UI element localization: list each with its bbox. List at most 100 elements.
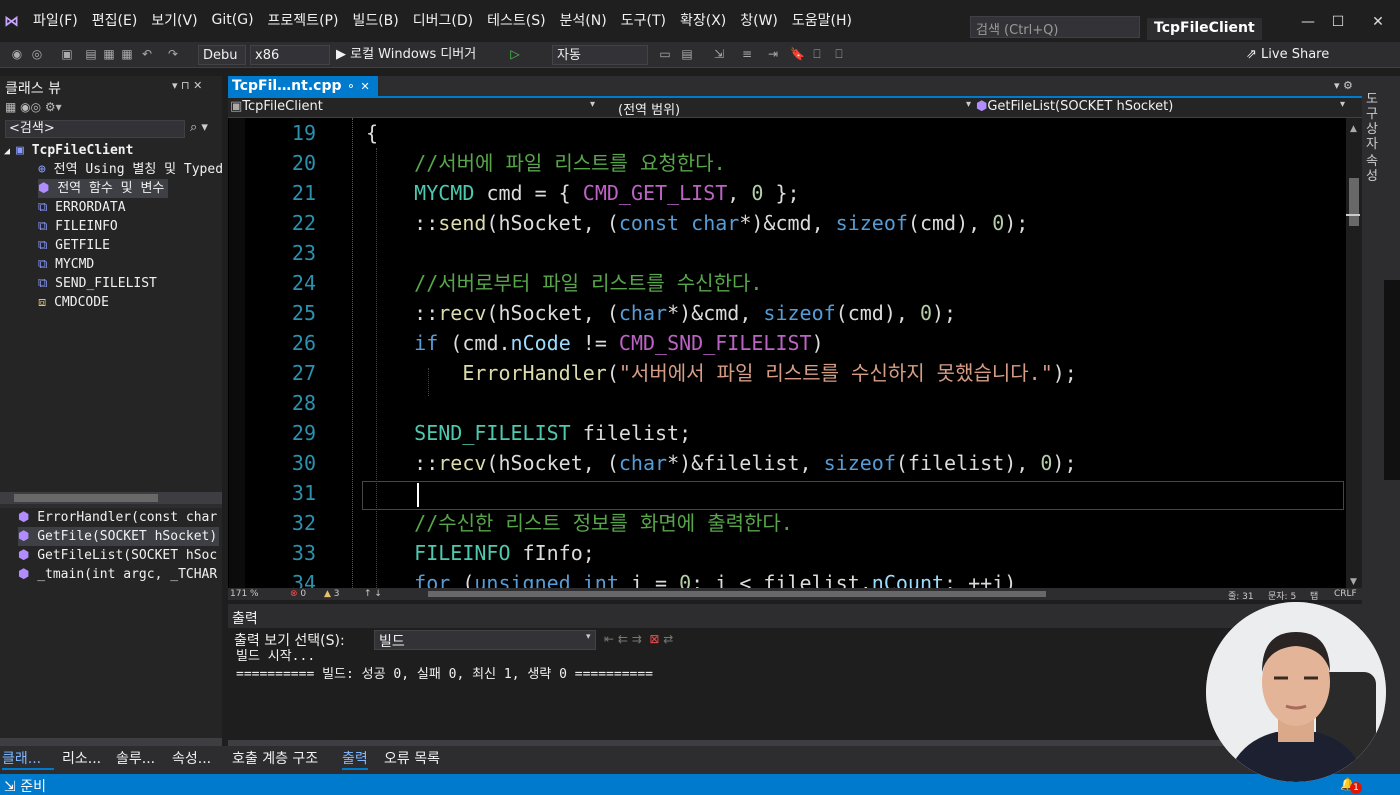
code-line[interactable]: ::recv(hSocket, (char*)&cmd, sizeof(cmd)… — [366, 298, 956, 328]
error-count[interactable]: ⊗ 0 — [290, 589, 306, 599]
step-icon[interactable]: ⇲ — [712, 46, 726, 62]
chevron-down-icon[interactable]: ▾ — [586, 632, 591, 642]
config-select[interactable]: Debu — [198, 45, 246, 65]
indent-icon[interactable]: ⇥ — [766, 46, 780, 62]
comment-icon[interactable]: ⎕ — [810, 46, 824, 62]
properties-tab[interactable]: 속성 — [1366, 154, 1382, 184]
menu-project[interactable]: 프로젝트(P) — [261, 10, 346, 30]
scroll-up-icon[interactable]: ▲ — [1350, 124, 1357, 134]
tab-properties[interactable]: 속성... — [172, 748, 211, 770]
maximize-icon[interactable]: ☐ — [1326, 14, 1350, 36]
code-line[interactable]: if (cmd.nCode != CMD_SND_FILELIST) — [366, 328, 823, 358]
scroll-down-icon[interactable]: ▼ — [1350, 577, 1357, 587]
menu-test[interactable]: 테스트(S) — [480, 10, 552, 30]
tree-item[interactable]: ⧉ GETFILE — [38, 236, 110, 255]
start-debug-button[interactable]: ▶ 로컬 Windows 디버거 — [336, 45, 476, 65]
search-input[interactable]: 검색 (Ctrl+Q) — [970, 16, 1140, 38]
search-icon[interactable]: ⌕ ▾ — [190, 120, 208, 135]
open-icon[interactable]: ▤ — [84, 46, 98, 62]
tab-output[interactable]: 출력 — [342, 748, 368, 770]
chevron-down-icon[interactable]: ▾ — [1340, 99, 1345, 110]
code-line[interactable]: //수신한 리스트 정보를 화면에 출력한다. — [366, 508, 793, 538]
menu-analyze[interactable]: 분석(N) — [553, 10, 614, 30]
tree-item[interactable]: ⧉ MYCMD — [38, 255, 94, 274]
save-all-icon[interactable]: ▦ — [120, 46, 134, 62]
code-line[interactable]: //서버에 파일 리스트를 요청한다. — [366, 148, 725, 178]
chevron-down-icon[interactable]: ▾ — [966, 99, 971, 110]
menu-extensions[interactable]: 확장(X) — [673, 10, 733, 30]
tab-solution-explorer[interactable]: 솔루... — [116, 748, 155, 770]
menu-file[interactable]: 파일(F) — [26, 10, 85, 30]
scrollbar-thumb[interactable] — [14, 494, 158, 502]
minimize-icon[interactable]: — — [1296, 14, 1320, 36]
nav-arrows-icon[interactable]: ↑ ↓ — [364, 589, 382, 599]
member-item[interactable]: ⬢ ErrorHandler(const char — [18, 508, 217, 527]
warning-count[interactable]: ▲ 3 — [324, 589, 340, 599]
uncomment-icon[interactable]: ⎕ — [832, 46, 846, 62]
indent-mode[interactable]: 탭 — [1310, 589, 1318, 602]
tab-call-hierarchy[interactable]: 호출 계층 구조 — [232, 748, 318, 770]
tab-resource-view[interactable]: 리소... — [62, 748, 101, 770]
code-line[interactable]: { — [366, 118, 378, 148]
tree-root[interactable]: ◢ ▣ TcpFileClient — [4, 141, 133, 160]
undo-icon[interactable]: ↶ — [140, 46, 154, 62]
tree-item[interactable]: ⧈ CMDCODE — [38, 293, 109, 312]
tree-item[interactable]: ⊕ 전역 Using 별칭 및 Typed — [38, 160, 223, 179]
toolbar-icon-b[interactable]: ▤ — [680, 46, 694, 62]
zoom-level[interactable]: 171 % — [230, 589, 259, 599]
menu-tools[interactable]: 도구(T) — [614, 10, 673, 30]
code-line[interactable]: for (unsigned int i = 0; i < filelist.nC… — [366, 568, 1016, 588]
code-line[interactable]: FILEINFO fInfo; — [366, 538, 595, 568]
menu-help[interactable]: 도움말(H) — [785, 10, 859, 30]
scrollbar-thumb[interactable] — [1349, 178, 1359, 226]
run-without-debug-icon[interactable]: ▷ — [508, 46, 522, 62]
member-item[interactable]: ⬢ _tmain(int argc, _TCHAR — [18, 565, 217, 584]
line-ending[interactable]: CRLF — [1334, 589, 1357, 599]
code-line[interactable]: SEND_FILELIST filelist; — [366, 418, 691, 448]
menu-window[interactable]: 창(W) — [733, 10, 785, 30]
close-tab-icon[interactable]: ✕ — [360, 80, 369, 93]
save-icon[interactable]: ▦ — [102, 46, 116, 62]
member-item[interactable]: ⬢ GetFileList(SOCKET hSoc — [18, 546, 217, 565]
tab-error-list[interactable]: 오류 목록 — [384, 748, 440, 770]
output-toolbar-icons[interactable]: ⇤ ⇇ ⇉ ⊠ ⇄ — [604, 632, 673, 646]
function-dropdown[interactable]: ⬢GetFileList(SOCKET hSocket) — [976, 99, 1173, 114]
scope-dropdown[interactable]: (전역 범위) — [604, 99, 974, 118]
chevron-down-icon[interactable]: ▾ — [590, 99, 595, 110]
align-icon[interactable]: ≡ — [740, 46, 754, 62]
classview-search-input[interactable]: <검색> — [5, 120, 185, 138]
menu-git[interactable]: Git(G) — [205, 12, 261, 28]
close-icon[interactable]: ✕ — [1366, 14, 1390, 36]
bookmark-icon[interactable]: 🔖 — [790, 46, 805, 62]
live-share-button[interactable]: ⇗ Live Share — [1246, 45, 1329, 65]
tree-item[interactable]: ⧉ FILEINFO — [38, 217, 118, 236]
pin-icon[interactable]: ⚬ — [346, 80, 355, 93]
new-project-icon[interactable]: ▣ — [60, 46, 74, 62]
menu-build[interactable]: 빌드(B) — [345, 10, 405, 30]
menu-view[interactable]: 보기(V) — [144, 10, 204, 30]
horizontal-scrollbar[interactable] — [0, 738, 222, 746]
auto-select[interactable]: 자동 — [552, 45, 648, 65]
code-line[interactable]: MYCMD cmd = { CMD_GET_LIST, 0 }; — [366, 178, 799, 208]
tab-class-view[interactable]: 클래... — [2, 748, 54, 770]
code-line[interactable]: ::send(hSocket, (const char*)&cmd, sizeo… — [366, 208, 1028, 238]
project-dropdown[interactable]: ▣TcpFileClient — [230, 99, 600, 114]
tab-overflow-icon[interactable]: ▾ ⚙ — [1334, 79, 1353, 92]
code-line[interactable]: ::recv(hSocket, (char*)&filelist, sizeof… — [366, 448, 1076, 478]
tree-item[interactable]: ⧉ ERRORDATA — [38, 198, 126, 217]
horizontal-scroll-thumb[interactable] — [428, 591, 1046, 597]
toolbar-icon-a[interactable]: ▭ — [658, 46, 672, 62]
forward-icon[interactable]: ◎ — [30, 46, 44, 62]
back-icon[interactable]: ◉ — [10, 46, 24, 62]
toolbox-tab[interactable]: 도구 상자 — [1366, 92, 1382, 152]
tab-tcpfileclient-cpp[interactable]: TcpFil…nt.cpp ⚬ ✕ — [228, 76, 378, 98]
pane-menu-icon[interactable]: ▾ ⊓ ✕ — [172, 79, 202, 92]
member-item-selected[interactable]: ⬢ GetFile(SOCKET hSocket) — [18, 527, 220, 546]
menu-debug[interactable]: 디버그(D) — [406, 10, 480, 30]
code-line[interactable]: ErrorHandler("서버에서 파일 리스트를 수신하지 못했습니다.")… — [366, 358, 1077, 388]
output-source-select[interactable]: 빌드 — [374, 630, 596, 650]
menu-edit[interactable]: 편집(E) — [85, 10, 145, 30]
tree-item-selected[interactable]: ⬢ 전역 함수 및 변수 — [38, 179, 169, 198]
platform-select[interactable]: x86 — [250, 45, 330, 65]
redo-icon[interactable]: ↷ — [166, 46, 180, 62]
